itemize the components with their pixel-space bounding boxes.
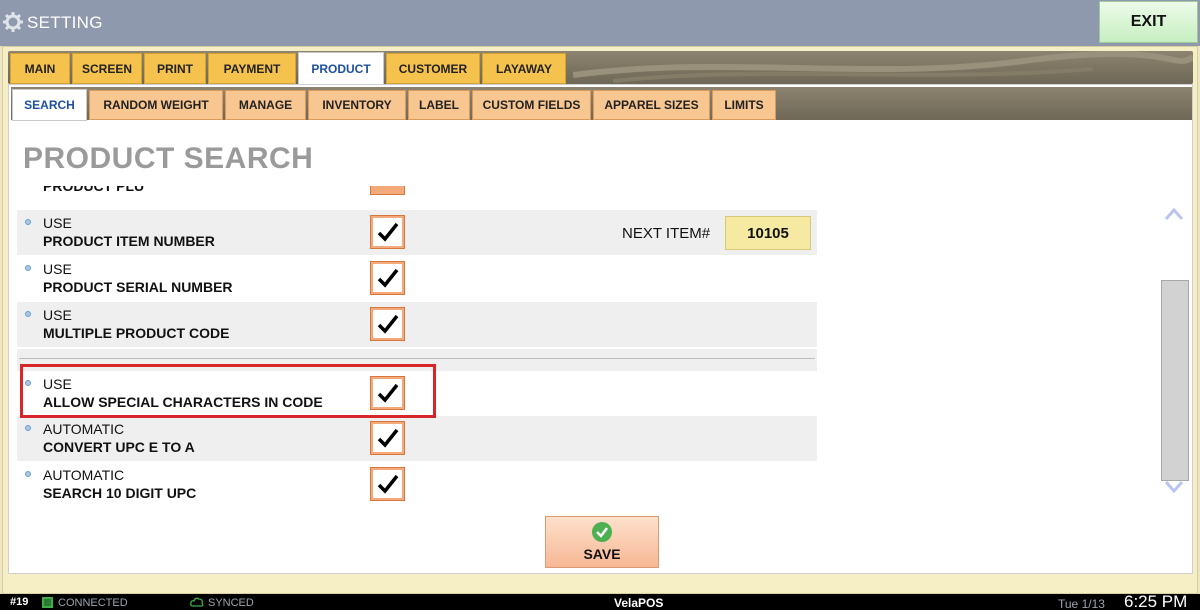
option-prefix: USE: [43, 261, 72, 277]
tab-product[interactable]: PRODUCT: [298, 52, 384, 85]
window-title: SETTING: [27, 13, 103, 32]
option-prefix: AUTOMATIC: [43, 467, 125, 483]
checkmark-icon: [377, 474, 398, 494]
checkmark-icon: [377, 314, 398, 334]
tab-print[interactable]: PRINT: [144, 53, 206, 84]
list-item-partial: PRODUCT PLU: [17, 186, 817, 208]
bullet-icon: [25, 265, 31, 271]
tab-screen[interactable]: SCREEN: [72, 53, 142, 84]
tab-inventory[interactable]: INVENTORY: [308, 90, 406, 120]
sync-status: SYNCED: [208, 597, 254, 609]
option-checkbox[interactable]: [370, 467, 405, 501]
option-label: SEARCH 10 DIGIT UPC: [43, 485, 197, 501]
bullet-icon: [25, 425, 31, 431]
tab-layaway[interactable]: LAYAWAY: [482, 53, 566, 84]
gear-icon: [3, 12, 23, 32]
option-prefix: USE: [43, 307, 72, 323]
next-item-field[interactable]: 10105: [725, 216, 811, 250]
exit-button[interactable]: EXIT: [1099, 1, 1198, 43]
save-button[interactable]: SAVE: [545, 516, 659, 568]
settings-frame: MAIN SCREEN PRINT PAYMENT PRODUCT CUSTOM…: [2, 46, 1198, 594]
option-label: MULTIPLE PRODUCT CODE: [43, 325, 230, 341]
page-title: PRODUCT SEARCH: [23, 142, 314, 175]
scroll-up-icon[interactable]: [1162, 204, 1186, 226]
option-prefix: AUTOMATIC: [43, 421, 125, 437]
tab-random-weight[interactable]: RANDOM WEIGHT: [89, 90, 223, 120]
checkmark-icon: [377, 222, 398, 242]
content-panel: SEARCH RANDOM WEIGHT MANAGE INVENTORY LA…: [8, 84, 1193, 574]
checkmark-icon: [377, 268, 398, 288]
save-label: SAVE: [583, 546, 621, 562]
tab-apparel-sizes[interactable]: APPAREL SIZES: [593, 90, 710, 120]
status-time: 6:25 PM: [1124, 592, 1188, 610]
option-prefix: USE: [43, 215, 72, 231]
option-label: PRODUCT SERIAL NUMBER: [43, 279, 233, 295]
scroll-down-icon[interactable]: [1162, 475, 1186, 497]
option-label: CONVERT UPC E TO A: [43, 439, 195, 455]
status-date: Tue 1/13: [1058, 597, 1105, 610]
tab-manage[interactable]: MANAGE: [225, 90, 306, 120]
connected-icon: [42, 597, 53, 608]
highlight-box: [20, 364, 436, 418]
list-item: AUTOMATIC SEARCH 10 DIGIT UPC: [17, 462, 817, 507]
decorative-swirl: [573, 51, 1193, 83]
tab-label[interactable]: LABEL: [408, 90, 470, 120]
checkmark-icon: [377, 428, 398, 448]
terminal-number: #19: [10, 596, 29, 608]
list-item: AUTOMATIC CONVERT UPC E TO A: [17, 416, 817, 461]
tab-custom-fields[interactable]: CUSTOM FIELDS: [472, 90, 591, 120]
option-checkbox[interactable]: [370, 186, 405, 195]
scrollbar-thumb[interactable]: [1161, 280, 1189, 481]
tab-search[interactable]: SEARCH: [12, 89, 87, 121]
bullet-icon: [25, 311, 31, 317]
tab-payment[interactable]: PAYMENT: [208, 53, 296, 84]
list-item: USE MULTIPLE PRODUCT CODE: [17, 302, 817, 347]
next-item-label: NEXT ITEM#: [622, 225, 711, 242]
section-divider: [19, 358, 815, 359]
tab-customer[interactable]: CUSTOMER: [386, 53, 480, 84]
connection-status: CONNECTED: [58, 597, 128, 609]
primary-tab-bar: MAIN SCREEN PRINT PAYMENT PRODUCT CUSTOM…: [8, 51, 1193, 85]
title-bar: SETTING EXIT: [0, 0, 1200, 46]
option-checkbox[interactable]: [370, 215, 405, 249]
tab-limits[interactable]: LIMITS: [712, 90, 776, 120]
option-checkbox[interactable]: [370, 307, 405, 341]
option-checkbox[interactable]: [370, 421, 405, 455]
tab-main[interactable]: MAIN: [10, 53, 70, 84]
list-item: USE PRODUCT SERIAL NUMBER: [17, 256, 817, 301]
option-label: PRODUCT PLU: [43, 186, 145, 194]
bullet-icon: [25, 471, 31, 477]
bullet-icon: [25, 219, 31, 225]
secondary-tab-bar: SEARCH RANDOM WEIGHT MANAGE INVENTORY LA…: [11, 87, 1192, 121]
status-bar: #19 CONNECTED SYNCED VelaPOS Tue 1/13 6:…: [0, 592, 1200, 610]
cloud-icon: [190, 597, 204, 607]
checkmark-circle-icon: [592, 522, 612, 542]
option-label: PRODUCT ITEM NUMBER: [43, 233, 215, 249]
brand-logo: VelaPOS: [614, 596, 664, 610]
option-checkbox[interactable]: [370, 261, 405, 295]
